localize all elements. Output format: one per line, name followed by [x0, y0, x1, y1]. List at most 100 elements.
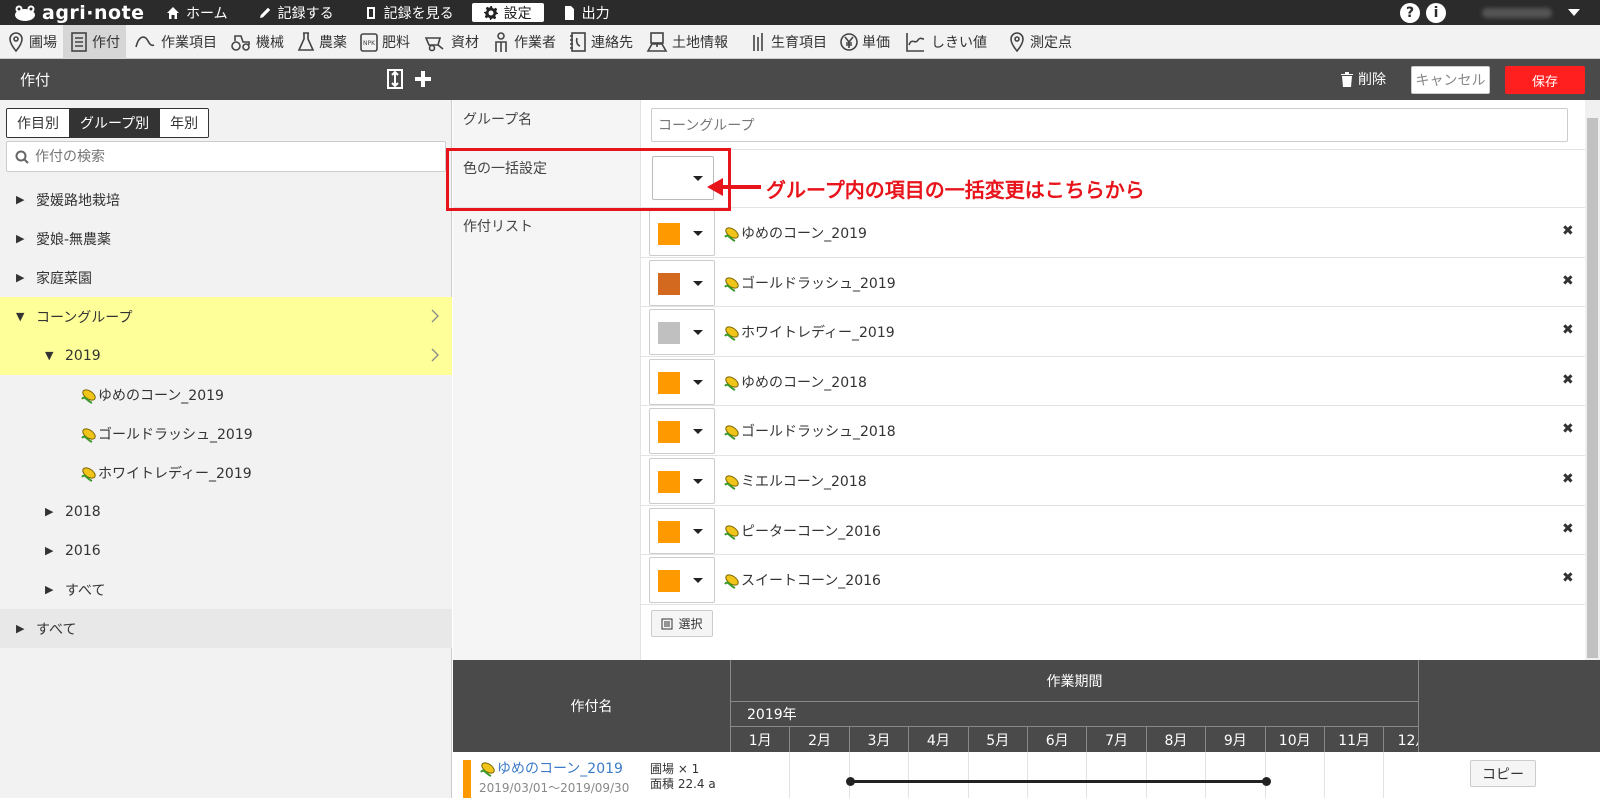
subnav-pesticides-label: 農薬	[319, 34, 347, 51]
crop-color-picker[interactable]	[649, 507, 715, 554]
tab-by-year[interactable]: 年別	[160, 109, 209, 137]
gantt-period-line	[849, 780, 1266, 783]
remove-crop-icon[interactable]: ✖	[1562, 372, 1574, 388]
schedule-crop-dates: 2019/03/01～2019/09/30	[479, 781, 630, 795]
subnav-threshold[interactable]: しきい値	[896, 25, 993, 59]
tree-group-home-garden[interactable]: ▶ 家庭菜園	[0, 258, 452, 297]
split-view-icon[interactable]	[386, 68, 404, 90]
tree-crop-item[interactable]: ゆめのコーン_2019	[0, 375, 452, 414]
subnav-contacts[interactable]: 連絡先	[562, 25, 639, 59]
group-name-label: グループ名	[463, 112, 533, 128]
collapsed-caret-icon: ▶	[45, 544, 54, 557]
crop-sidebar: 作目別 グループ別 年別 ▶ 愛媛路地栽培 ▶ 愛娘-無農薬 ▶ 家庭菜園 ▼ …	[0, 100, 452, 798]
crop-color-picker[interactable]	[649, 408, 715, 455]
chevron-right-icon	[431, 348, 439, 362]
subnav-growth-items-label: 生育項目	[771, 34, 827, 51]
corn-icon	[724, 475, 739, 490]
help-icon[interactable]: ?	[1400, 2, 1420, 23]
crop-list-item-name: ピーターコーン_2016	[723, 521, 881, 541]
subnav-workers[interactable]: 作業者	[485, 25, 562, 59]
crop-name-text: ピーターコーン_2016	[741, 523, 881, 540]
crop-list-item-name: ミエルコーン_2018	[723, 471, 867, 491]
remove-crop-icon[interactable]: ✖	[1562, 273, 1574, 289]
add-icon[interactable]	[413, 68, 433, 90]
subnav-work-items[interactable]: 作業項目	[126, 25, 223, 59]
collapsed-caret-icon: ▶	[16, 622, 25, 635]
select-crops-button[interactable]: 選択	[651, 610, 713, 637]
scrollbar-thumb[interactable]	[1587, 118, 1598, 658]
trash-icon	[1341, 72, 1353, 87]
user-menu-caret-icon[interactable]	[1568, 9, 1580, 16]
info-icon[interactable]: i	[1426, 2, 1446, 23]
remove-crop-icon[interactable]: ✖	[1562, 322, 1574, 338]
tree-crop-item[interactable]: ホワイトレディー_2019	[0, 453, 452, 492]
crop-list-item-name: スイートコーン_2016	[723, 570, 881, 590]
tractor-icon	[231, 34, 250, 51]
tree-label: コーングループ	[36, 309, 133, 326]
save-button[interactable]: 保存	[1505, 66, 1585, 94]
tree-crop-item[interactable]: ゴールドラッシュ_2019	[0, 414, 452, 453]
tree-year-2018[interactable]: ▶ 2018	[0, 492, 452, 531]
group-name-input[interactable]: コーングループ	[651, 108, 1568, 142]
subnav-fertilizers[interactable]: NPK 肥料	[353, 25, 416, 59]
color-swatch	[658, 272, 680, 295]
delete-button[interactable]: 削除	[1340, 69, 1386, 89]
copy-button[interactable]: コピー	[1470, 760, 1536, 787]
schedule-row: ゆめのコーン_2019 2019/03/01～2019/09/30 圃場 × 1…	[453, 752, 1600, 798]
dropdown-caret-icon	[693, 379, 703, 385]
subnav-fields[interactable]: 圃場	[0, 25, 63, 59]
collapsed-caret-icon: ▶	[45, 583, 54, 596]
crop-color-picker[interactable]	[649, 210, 715, 256]
crop-search-input[interactable]	[35, 148, 435, 165]
tree-year-2019[interactable]: ▼ 2019	[0, 336, 452, 375]
crop-search-box[interactable]	[6, 141, 446, 172]
tree-year-2016[interactable]: ▶ 2016	[0, 531, 452, 570]
tree-group-corn[interactable]: ▼ コーングループ	[0, 297, 452, 336]
divider	[641, 603, 1585, 605]
remove-crop-icon[interactable]: ✖	[1562, 223, 1574, 239]
crop-color-picker[interactable]	[649, 309, 715, 356]
app-logo[interactable]: agri·note	[14, 2, 154, 24]
land-icon	[646, 31, 668, 52]
tab-by-crop-type[interactable]: 作目別	[7, 109, 70, 137]
growth-icon	[753, 32, 763, 51]
tab-by-group[interactable]: グループ別	[70, 109, 161, 137]
dropdown-caret-icon	[693, 280, 703, 286]
cancel-button[interactable]: キャンセル	[1411, 66, 1490, 94]
subnav-growth-items[interactable]: 生育項目	[742, 25, 833, 59]
topnav-settings[interactable]: 設定	[471, 3, 544, 22]
subnav-materials[interactable]: 資材	[416, 25, 485, 59]
remove-crop-icon[interactable]: ✖	[1562, 471, 1574, 487]
divider	[641, 504, 1585, 506]
remove-crop-icon[interactable]: ✖	[1562, 521, 1574, 537]
svg-text:NPK: NPK	[363, 40, 376, 47]
subnav-machines[interactable]: 機械	[223, 25, 290, 59]
crop-list-item-name: ゴールドラッシュ_2019	[723, 273, 896, 293]
subnav-pesticides[interactable]: 農薬	[290, 25, 353, 59]
user-name-blurred[interactable]	[1482, 7, 1552, 18]
crop-color-picker[interactable]	[649, 557, 715, 604]
crop-color-picker[interactable]	[649, 259, 715, 306]
subnav-measure-points[interactable]: 測定点	[1001, 25, 1078, 59]
tree-group-ehime-organic[interactable]: ▶ 愛娘-無農薬	[0, 219, 452, 258]
subnav-land-info[interactable]: 土地情報	[639, 25, 734, 59]
tree-label: 家庭菜園	[36, 270, 92, 287]
crop-color-picker[interactable]	[649, 458, 715, 504]
crop-list-item-name: ホワイトレディー_2019	[723, 322, 895, 342]
topnav-record[interactable]: 記録する	[246, 3, 346, 22]
remove-crop-icon[interactable]: ✖	[1562, 570, 1574, 586]
topnav-output[interactable]: 出力	[550, 3, 622, 22]
schedule-crop-link[interactable]: ゆめのコーン_2019	[479, 758, 623, 778]
tree-group-all[interactable]: ▶ すべて	[0, 609, 452, 648]
topnav-home[interactable]: ホーム	[154, 3, 240, 22]
top-right-controls: ? i	[1400, 0, 1600, 25]
crop-color-picker[interactable]	[649, 358, 715, 405]
topnav-view-records[interactable]: 記録を見る	[352, 3, 466, 22]
tree-group-ehime-roji[interactable]: ▶ 愛媛路地栽培	[0, 180, 452, 219]
remove-crop-icon[interactable]: ✖	[1562, 421, 1574, 437]
subnav-unit-price[interactable]: 単価	[833, 25, 896, 59]
main-scrollbar[interactable]	[1585, 100, 1600, 660]
tree-year-all[interactable]: ▶ すべて	[0, 570, 452, 609]
month-header: 12月	[1384, 727, 1418, 752]
subnav-crops[interactable]: 作付	[63, 24, 126, 59]
